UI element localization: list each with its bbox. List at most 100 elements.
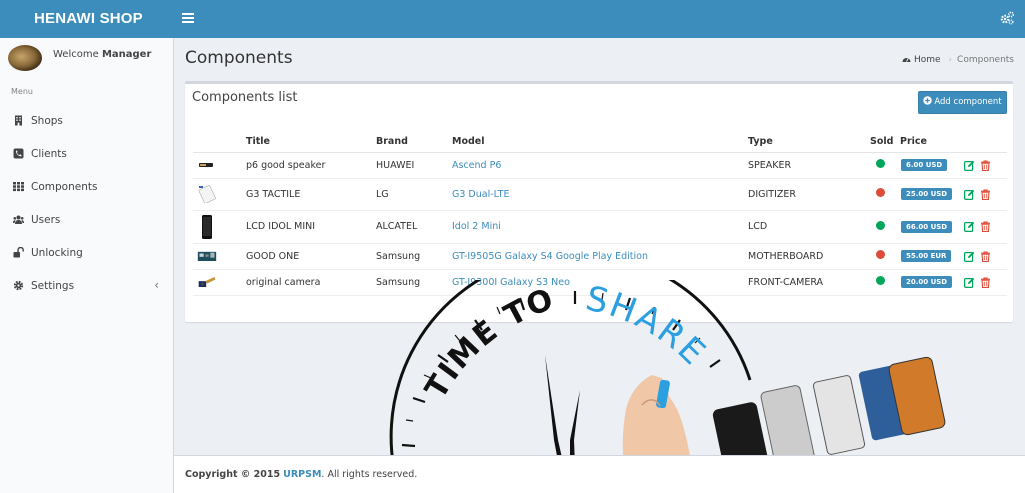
camera-thumbnail[interactable]: [197, 273, 217, 291]
actions-cell: [964, 243, 1007, 270]
cell-model-link[interactable]: Ascend P6: [452, 160, 501, 171]
cell-brand: HUAWEI: [376, 152, 452, 179]
sidebar-item-users[interactable]: Users: [0, 205, 173, 235]
breadcrumb: Home › Components: [902, 55, 1014, 65]
svg-text:SHARE: SHARE: [582, 280, 714, 374]
column-header-price[interactable]: Price: [900, 131, 964, 153]
cell-type: MOTHERBOARD: [748, 243, 870, 270]
column-header-model[interactable]: Model: [452, 131, 748, 153]
sidebar-item-label: Clients: [31, 148, 67, 160]
cell-model-link[interactable]: G3 Dual-LTE: [452, 189, 509, 200]
breadcrumb-home-label: Home: [913, 55, 941, 65]
cell-title: G3 TACTILE: [246, 178, 376, 211]
edit-icon[interactable]: [964, 251, 975, 262]
users-icon: [13, 215, 24, 224]
breadcrumb-separator: ›: [948, 55, 953, 65]
delete-icon[interactable]: [980, 221, 991, 232]
sidebar-item-shops[interactable]: Shops: [0, 106, 173, 136]
add-component-label: Add component: [934, 97, 1002, 107]
delete-icon[interactable]: [980, 188, 991, 200]
chevron-left-icon: ‹: [154, 278, 159, 292]
footer-copyright: Copyright © 2015: [185, 469, 281, 480]
sidebar-item-settings[interactable]: Settings ‹: [0, 271, 173, 301]
cell-title: LCD IDOL MINI: [246, 210, 376, 244]
components-table: Title Brand Model Type Sold Price p6 goo…: [193, 131, 1007, 296]
footer-text: Copyright © 2015 URPSM. All rights reser…: [185, 469, 417, 480]
clock-text-time-to: TIME TO: [419, 281, 558, 405]
sidebar-item-clients[interactable]: Clients: [0, 139, 173, 169]
user-panel: Welcome Manager: [8, 45, 168, 71]
cell-brand: LG: [376, 178, 452, 211]
edit-icon[interactable]: [964, 189, 975, 200]
edit-icon[interactable]: [964, 221, 975, 232]
table-row: G3 TACTILE LG G3 Dual-LTE DIGITIZER 25.0…: [193, 178, 1007, 211]
sidebar-item-components[interactable]: Components: [0, 172, 173, 202]
menu-header: Menu: [11, 87, 33, 96]
delete-icon[interactable]: [980, 250, 991, 262]
svg-text:TIME TO: TIME TO: [419, 281, 560, 405]
thumbnail-cell: [193, 210, 246, 244]
sold-status-dot: [876, 159, 885, 168]
sidebar-item-label: Settings: [31, 280, 75, 292]
table-row: LCD IDOL MINI ALCATEL Idol 2 Mini LCD 66…: [193, 210, 1007, 244]
column-header-sold[interactable]: Sold: [870, 131, 900, 153]
sold-status-dot: [876, 250, 885, 259]
footer: Copyright © 2015 URPSM. All rights reser…: [174, 455, 1025, 493]
thumbnail-cell: [193, 178, 246, 211]
delete-icon[interactable]: [980, 159, 991, 171]
price-badge: 6.00 USD: [901, 159, 948, 171]
breadcrumb-current: Components: [957, 55, 1014, 65]
plus-circle-icon: [923, 96, 933, 105]
sold-status-dot: [876, 188, 885, 197]
thumbnail-cell: [193, 269, 246, 296]
actions-cell: [964, 178, 1007, 211]
table-header-row: Title Brand Model Type Sold Price: [193, 131, 1007, 153]
price-badge: 55.00 EUR: [901, 250, 952, 262]
box-title: Components list: [192, 90, 298, 105]
column-header-type[interactable]: Type: [748, 131, 870, 153]
sidebar-item-unlocking[interactable]: Unlocking: [0, 238, 173, 268]
lcd-thumbnail[interactable]: [197, 214, 217, 240]
cell-brand: ALCATEL: [376, 210, 452, 244]
actions-cell: [964, 152, 1007, 179]
grid-icon: [13, 182, 24, 192]
cell-model-link[interactable]: GT-I9505G Galaxy S4 Google Play Edition: [452, 251, 648, 262]
thumbnail-cell: [193, 243, 246, 270]
cell-type: SPEAKER: [748, 152, 870, 179]
sidebar: Welcome Manager Menu Shops Clients Compo…: [0, 38, 174, 493]
cell-title: GOOD ONE: [246, 243, 376, 270]
cell-title: original camera: [246, 269, 376, 296]
building-icon: [15, 115, 22, 126]
cell-title: p6 good speaker: [246, 152, 376, 179]
footer-rights: . All rights reserved.: [321, 469, 418, 480]
app-logo[interactable]: HENAWI SHOP: [0, 0, 174, 38]
digitizer-thumbnail[interactable]: [197, 185, 217, 203]
gears-icon[interactable]: [999, 10, 1015, 26]
sidebar-item-label: Users: [31, 214, 61, 226]
add-component-button[interactable]: Add component: [918, 91, 1007, 114]
speaker-thumbnail[interactable]: [197, 156, 217, 174]
edit-icon[interactable]: [964, 160, 975, 171]
phone-square-icon: [13, 148, 24, 159]
avatar: [8, 45, 42, 71]
breadcrumb-home[interactable]: Home: [902, 55, 943, 65]
cell-model-link[interactable]: Idol 2 Mini: [452, 221, 501, 232]
top-navbar: HENAWI SHOP: [0, 0, 1025, 38]
sold-status-dot: [876, 220, 885, 230]
welcome-text: Welcome Manager: [53, 49, 151, 60]
cell-type: LCD: [748, 210, 870, 244]
column-header-actions: [964, 131, 1007, 153]
sidebar-item-label: Components: [31, 181, 98, 193]
table-row: GOOD ONE Samsung GT-I9505G Galaxy S4 Goo…: [193, 243, 1007, 270]
column-header-title[interactable]: Title: [246, 131, 376, 153]
menu-toggle-icon[interactable]: [182, 11, 194, 27]
motherboard-thumbnail[interactable]: [197, 247, 217, 265]
user-name: Manager: [101, 49, 152, 60]
footer-brand-link[interactable]: URPSM: [283, 469, 321, 480]
unlock-icon: [13, 247, 24, 258]
column-header-brand[interactable]: Brand: [376, 131, 452, 153]
actions-cell: [964, 210, 1007, 244]
sidebar-item-label: Unlocking: [31, 247, 83, 259]
clock-text-share: SHARE: [582, 280, 712, 374]
gear-icon: [13, 280, 24, 291]
